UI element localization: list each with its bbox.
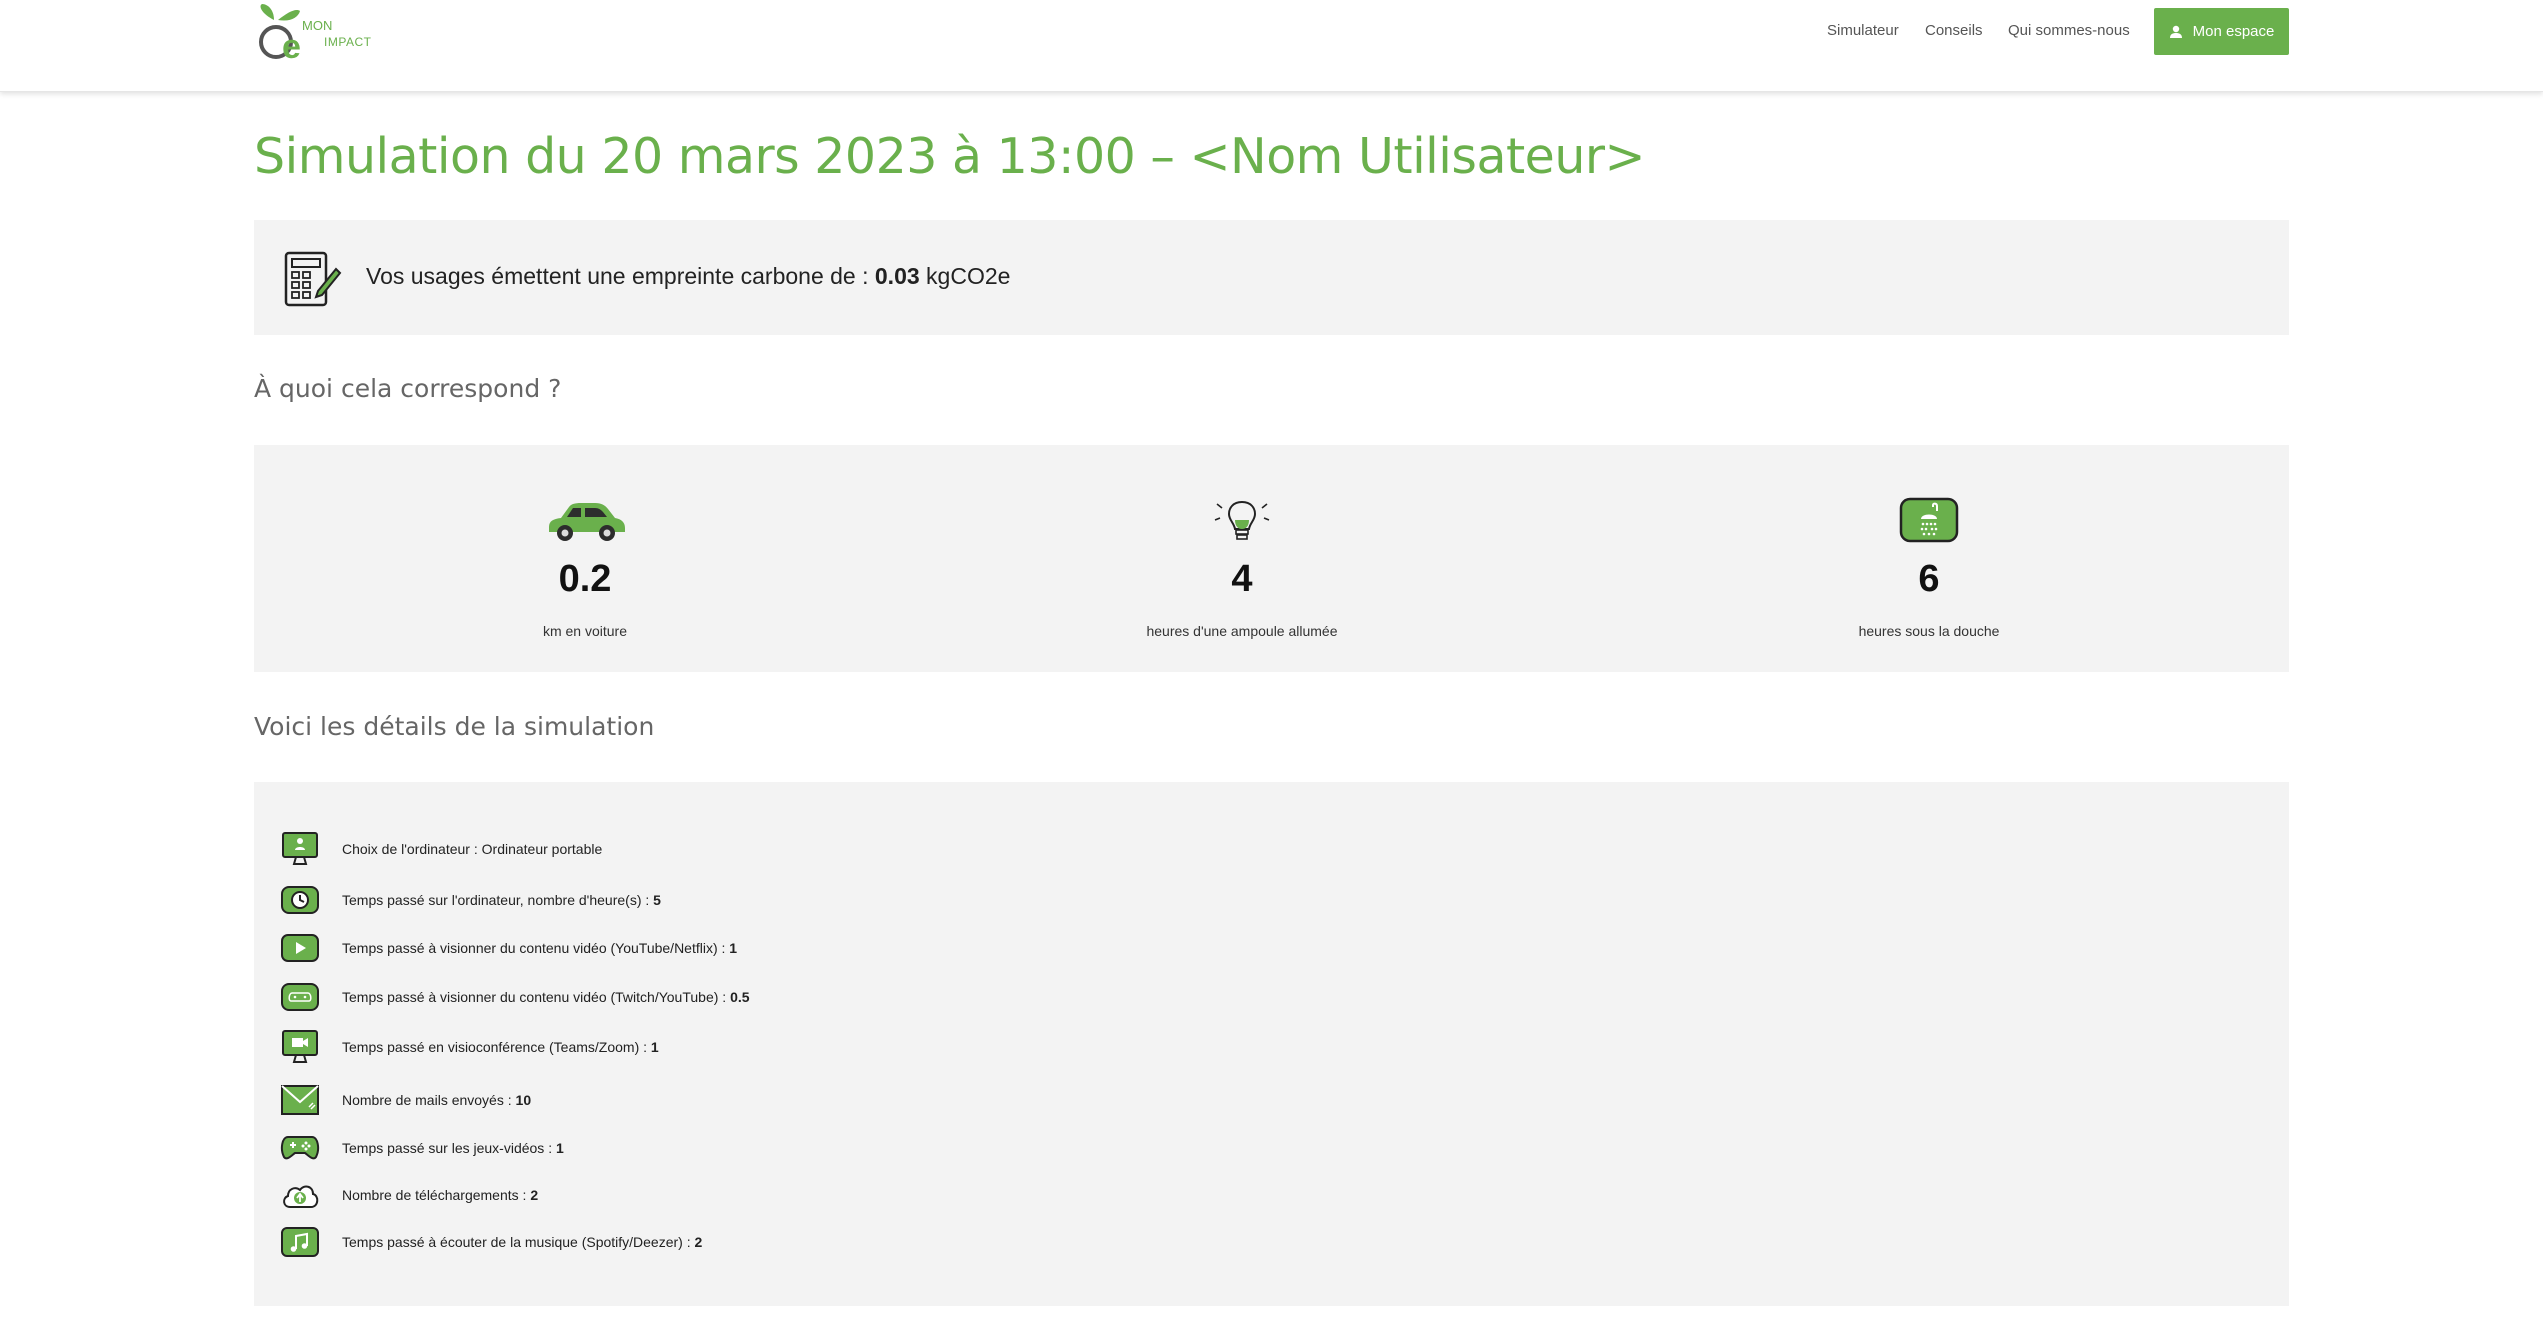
equivalent-shower: 6 heures sous la douche — [1729, 490, 2129, 639]
mon-espace-label: Mon espace — [2192, 23, 2275, 40]
detail-row: Temps passé à visionner du contenu vidéo… — [280, 928, 737, 968]
nav-qui-sommes-nous[interactable]: Qui sommes-nous — [2008, 22, 2130, 39]
gamepad-stream-icon — [280, 977, 320, 1017]
equivalents-heading: À quoi cela correspond ? — [254, 374, 562, 403]
clock-icon — [280, 880, 320, 920]
cloud-upload-icon — [280, 1175, 320, 1215]
detail-label: Temps passé à visionner du contenu vidéo… — [342, 940, 726, 956]
page-title: Simulation du 20 mars 2023 à 13:00 – <No… — [254, 128, 1646, 185]
detail-value: 1 — [729, 940, 738, 956]
mon-espace-button[interactable]: Mon espace — [2154, 8, 2289, 55]
calculator-icon — [282, 247, 342, 314]
result-prefix: Vos usages émettent une empreinte carbon… — [366, 263, 869, 289]
detail-label: Temps passé sur les jeux-vidéos : — [342, 1140, 553, 1156]
detail-label: Temps passé sur l'ordinateur, nombre d'h… — [342, 892, 650, 908]
detail-row: Temps passé sur les jeux-vidéos : 1 — [280, 1128, 564, 1168]
equivalent-shower-label: heures sous la douche — [1858, 623, 2000, 639]
music-icon — [280, 1222, 320, 1262]
detail-row: Temps passé sur l'ordinateur, nombre d'h… — [280, 880, 661, 920]
detail-value: 2 — [530, 1187, 539, 1203]
detail-label: Nombre de mails envoyés : — [342, 1092, 512, 1108]
shower-icon — [1729, 490, 2129, 550]
detail-value: 1 — [555, 1140, 564, 1156]
equivalent-lightbulb-label: heures d'une ampoule allumée — [1146, 623, 1338, 639]
car-icon — [385, 490, 785, 550]
lightbulb-icon — [1042, 490, 1442, 550]
gamepad-icon — [280, 1128, 320, 1168]
detail-value: 10 — [515, 1092, 532, 1108]
detail-label: Temps passé à visionner du contenu vidéo… — [342, 989, 727, 1005]
logo-text-impact: IMPACT — [324, 35, 372, 49]
carbon-result-text: Vos usages émettent une empreinte carbon… — [366, 263, 1010, 290]
detail-value: 5 — [653, 892, 661, 908]
details-heading: Voici les détails de la simulation — [254, 712, 655, 741]
nav-conseils[interactable]: Conseils — [1925, 22, 1983, 39]
equivalent-lightbulb: 4 heures d'une ampoule allumée — [1042, 490, 1442, 639]
play-icon — [280, 928, 320, 968]
detail-label: Nombre de téléchargements : — [342, 1187, 527, 1203]
equivalent-car: 0.2 km en voiture — [385, 490, 785, 639]
computer-icon — [280, 829, 320, 869]
detail-row: Temps passé à visionner du contenu vidéo… — [280, 977, 750, 1017]
detail-row: Nombre de mails envoyés : 10 — [280, 1080, 531, 1120]
equivalent-lightbulb-value: 4 — [1231, 558, 1253, 600]
site-header: e MON IMPACT Simulateur Conseils Qui som… — [0, 0, 2543, 92]
detail-value: 0.5 — [730, 989, 750, 1005]
detail-label: Temps passé en visioconférence (Teams/Zo… — [342, 1039, 648, 1055]
carbon-result-panel: Vos usages émettent une empreinte carbon… — [254, 220, 2289, 335]
detail-row: Nombre de téléchargements : 2 — [280, 1175, 538, 1215]
equivalent-car-value: 0.2 — [558, 558, 612, 600]
details-panel: Choix de l'ordinateur : Ordinateur porta… — [254, 782, 2289, 1306]
detail-value: 2 — [694, 1234, 703, 1250]
detail-value: 1 — [650, 1039, 659, 1055]
video-conference-icon — [280, 1027, 320, 1067]
mail-icon — [280, 1080, 320, 1120]
result-value: 0.03 — [874, 263, 920, 289]
svg-text:e: e — [282, 28, 301, 62]
user-icon — [2169, 25, 2182, 38]
logo-text-mon: MON — [302, 18, 333, 33]
detail-label: Temps passé à écouter de la musique (Spo… — [342, 1234, 691, 1250]
equivalent-shower-value: 6 — [1918, 558, 1940, 600]
nav-simulateur[interactable]: Simulateur — [1827, 22, 1899, 39]
detail-row: Temps passé à écouter de la musique (Spo… — [280, 1222, 702, 1262]
detail-label: Choix de l'ordinateur : Ordinateur porta… — [342, 841, 603, 857]
equivalent-car-label: km en voiture — [542, 623, 628, 639]
equivalents-panel: 0.2 km en voiture 4 heures d'une ampoule… — [254, 445, 2289, 672]
result-unit: kgCO2e — [926, 263, 1011, 289]
detail-row: Choix de l'ordinateur : Ordinateur porta… — [280, 829, 602, 869]
detail-row: Temps passé en visioconférence (Teams/Zo… — [280, 1027, 659, 1067]
